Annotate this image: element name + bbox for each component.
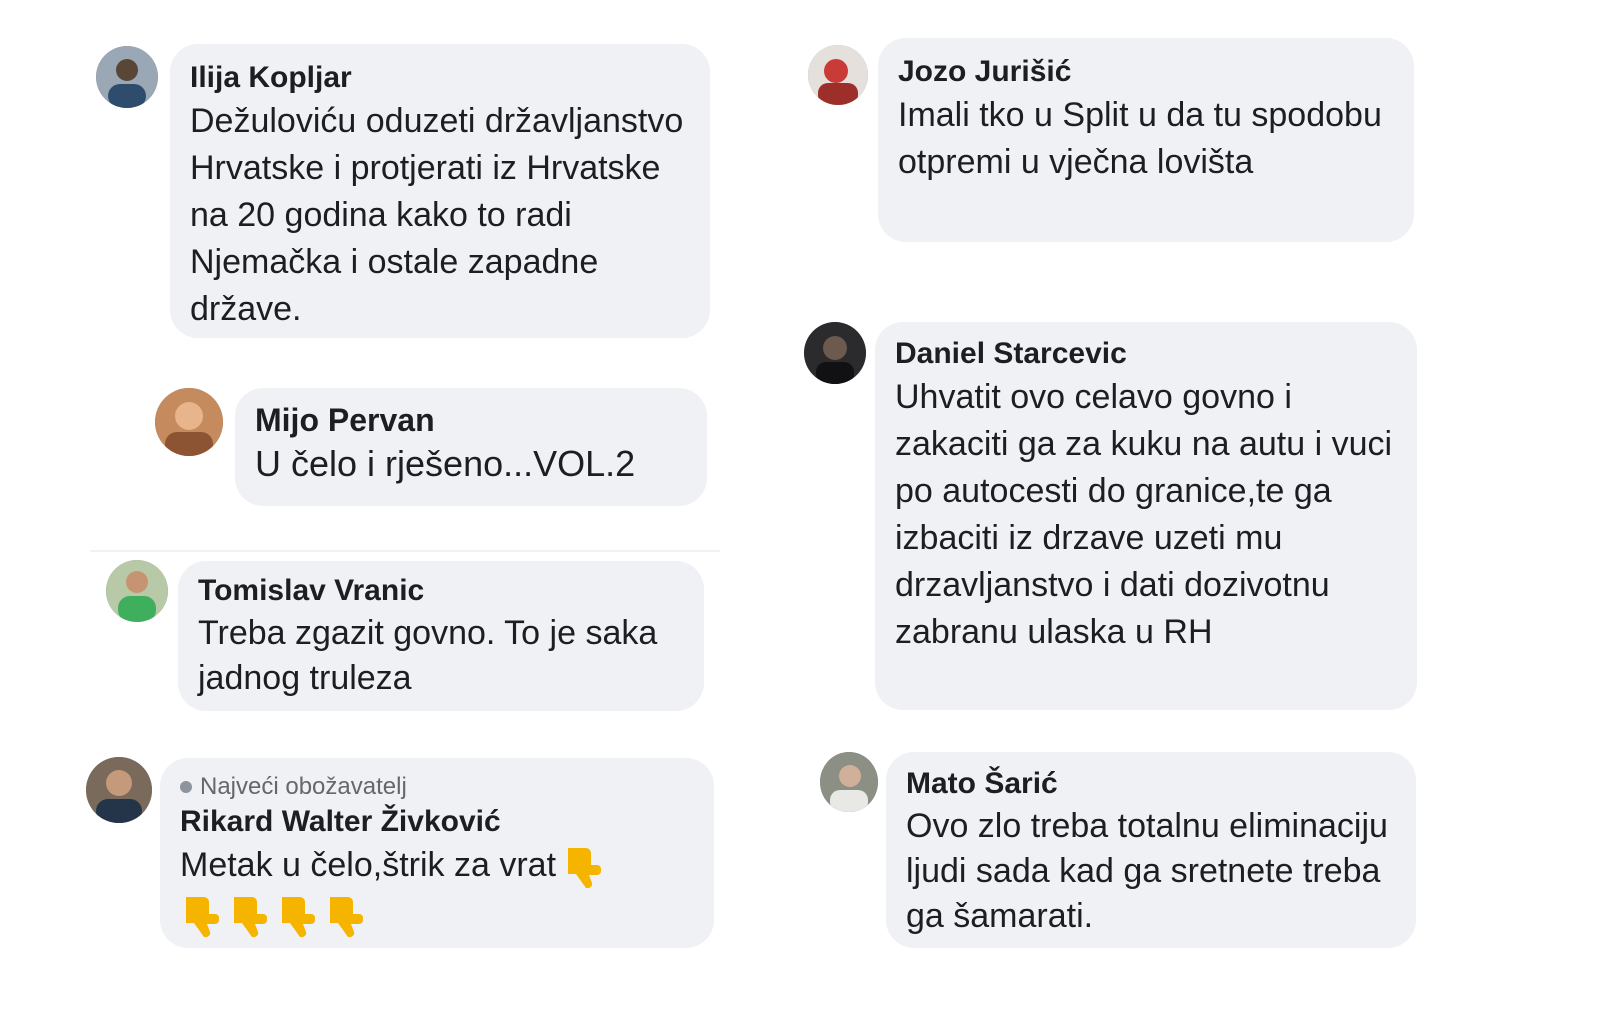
- avatar[interactable]: [96, 46, 158, 108]
- comment-bubble: Mato Šarić Ovo zlo treba totalnu elimina…: [886, 752, 1416, 948]
- author-name[interactable]: Jozo Jurišić: [898, 52, 1394, 92]
- comment-text-body: Metak u čelo,štrik za vrat: [180, 846, 557, 884]
- comment-bubble: Jozo Jurišić Imali tko u Split u da tu s…: [878, 38, 1414, 242]
- comment-text: Metak u čelo,štrik za vrat: [180, 842, 694, 889]
- comment-text: Treba zgazit govno. To je saka jadnog tr…: [198, 614, 658, 697]
- comment-text: Dežuloviću oduzeti državljanstvo Hrvatsk…: [190, 102, 684, 328]
- avatar[interactable]: [808, 45, 868, 105]
- author-name[interactable]: Rikard Walter Živković: [180, 802, 694, 842]
- avatar[interactable]: [155, 388, 223, 456]
- author-name[interactable]: Mijo Pervan: [255, 400, 687, 440]
- author-name[interactable]: Mato Šarić: [906, 764, 1396, 804]
- thumbs-down-icon: [324, 893, 364, 938]
- comment-bubble: Tomislav Vranic Treba zgazit govno. To j…: [178, 561, 704, 711]
- comment-bubble: Daniel Starcevic Uhvatit ovo celavo govn…: [875, 322, 1417, 710]
- author-name[interactable]: Daniel Starcevic: [895, 334, 1397, 374]
- comment-text: Uhvatit ovo celavo govno i zakaciti ga z…: [895, 378, 1393, 651]
- comment-text: Ovo zlo treba totalnu eliminaciju ljudi …: [906, 807, 1388, 935]
- comment-bubble: Najveći obožavatelj Rikard Walter Živkov…: [160, 758, 714, 948]
- avatar[interactable]: [804, 322, 866, 384]
- comment-bubble: Mijo Pervan U čelo i rješeno...VOL.2: [235, 388, 707, 506]
- top-fan-badge: Najveći obožavatelj: [180, 772, 694, 802]
- emoji-row: [180, 893, 694, 938]
- badge-label: Najveći obožavatelj: [200, 773, 407, 800]
- thumbs-down-icon: [180, 893, 220, 938]
- divider: [90, 550, 720, 552]
- avatar[interactable]: [820, 752, 878, 812]
- thumbs-down-icon: [562, 844, 602, 888]
- diamond-icon: [180, 781, 192, 793]
- avatar[interactable]: [86, 757, 152, 823]
- comment-text: U čelo i rješeno...VOL.2: [255, 443, 636, 484]
- avatar[interactable]: [106, 560, 168, 622]
- comment-bubble: Ilija Kopljar Dežuloviću oduzeti državlj…: [170, 44, 710, 338]
- author-name[interactable]: Ilija Kopljar: [190, 58, 690, 98]
- author-name[interactable]: Tomislav Vranic: [198, 571, 684, 611]
- thumbs-down-icon: [276, 893, 316, 938]
- comment-text: Imali tko u Split u da tu spodobu otprem…: [898, 96, 1382, 181]
- thumbs-down-icon: [228, 893, 268, 938]
